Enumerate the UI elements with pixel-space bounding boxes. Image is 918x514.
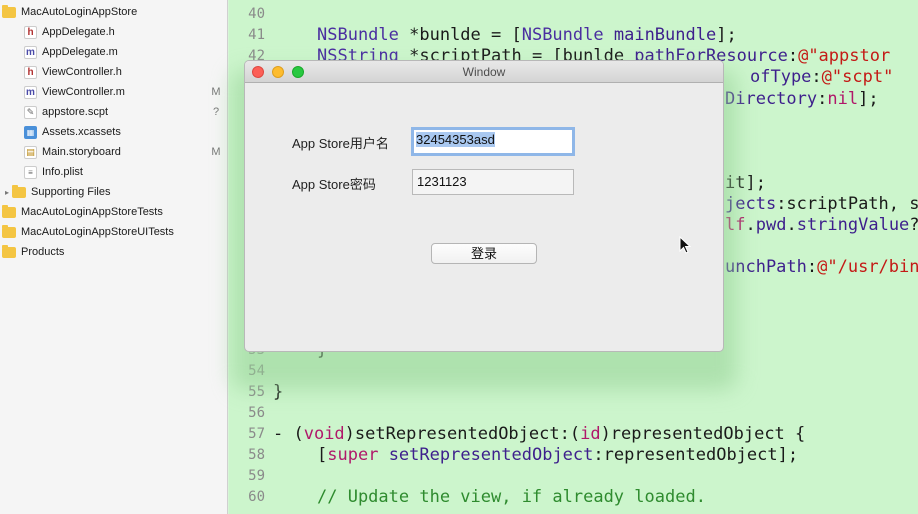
line-number: 57 — [248, 426, 265, 442]
navigator-item[interactable]: ▤ Main.storyboard M — [0, 142, 227, 162]
folder-icon — [2, 4, 16, 18]
navigator-item[interactable]: h ViewController.h — [0, 62, 227, 82]
navigator-item[interactable]: ≡ Info.plist — [0, 162, 227, 182]
navigator-item-label: ViewController.h — [42, 66, 122, 78]
navigator-item[interactable]: ✎ appstore.scpt? — [0, 102, 227, 122]
username-label: App Store用户名 — [292, 136, 389, 151]
scm-status-badge: M — [211, 86, 221, 98]
navigator-item[interactable]: m AppDelegate.m — [0, 42, 227, 62]
folder-icon — [12, 184, 26, 198]
password-label: App Store密码 — [292, 177, 376, 192]
code-line: NSBundle *bunlde = [NSBundle mainBundle]… — [317, 25, 737, 45]
navigator-item-label: AppDelegate.m — [42, 46, 118, 58]
login-button[interactable]: 登录 — [431, 243, 537, 264]
disclosure-triangle-icon[interactable]: ▸ — [2, 188, 12, 197]
m-file-icon: m — [24, 85, 37, 99]
navigator-item-label: Products — [21, 246, 65, 258]
line-number: 60 — [248, 489, 265, 505]
navigator-item[interactable]: m ViewController.m M — [0, 82, 227, 102]
navigator-item[interactable]: ▦ Assets.xcassets — [0, 122, 227, 142]
line-number: 40 — [248, 6, 265, 22]
code-line: jects:scriptPath, s — [725, 194, 918, 214]
code-line: - (void)setRepresentedObject:(id)represe… — [273, 424, 806, 444]
line-number: 56 — [248, 405, 265, 421]
code-line: Directory:nil]; — [725, 89, 879, 109]
mouse-pointer-icon — [679, 236, 691, 254]
m-file-icon: m — [24, 45, 37, 59]
navigator-item[interactable]: Products — [0, 242, 227, 262]
scm-status-badge: ? — [212, 106, 220, 118]
navigator-item[interactable]: MacAutoLoginAppStoreUITests — [0, 222, 227, 242]
navigator-item-label: Assets.xcassets — [42, 126, 121, 138]
code-line: lf.pwd.stringValue? — [725, 215, 918, 235]
code-line: // Update the view, if already loaded. — [317, 487, 706, 507]
folder-icon — [2, 244, 16, 258]
storyboard-icon: ▤ — [24, 145, 37, 159]
plist-icon: ≡ — [24, 165, 37, 179]
window-title: Window — [462, 65, 506, 79]
h-file-icon: h — [24, 65, 37, 79]
navigator-item-label: MacAutoLoginAppStoreTests — [21, 206, 163, 218]
line-number: 58 — [248, 447, 265, 463]
navigator-item-label: ViewController.m — [42, 86, 125, 98]
scm-status-badge: M — [211, 146, 221, 158]
navigator-item-label: Supporting Files — [31, 186, 111, 198]
navigator-item-label: Main.storyboard — [42, 146, 121, 158]
navigator-item[interactable]: MacAutoLoginAppStore — [0, 2, 227, 22]
navigator-item[interactable]: h AppDelegate.h — [0, 22, 227, 42]
folder-icon — [2, 204, 16, 218]
code-line: [super setRepresentedObject:representedO… — [317, 445, 799, 465]
password-field[interactable]: 1231123 — [412, 169, 574, 195]
app-window: Window App Store用户名 32454353asd App Stor… — [244, 60, 724, 352]
project-navigator: MacAutoLoginAppStore h AppDelegate.h m AppDe… — [0, 0, 228, 514]
window-titlebar[interactable]: Window — [245, 61, 723, 83]
username-field[interactable]: 32454353asd — [411, 127, 575, 156]
script-file-icon: ✎ — [24, 105, 37, 119]
folder-icon — [2, 224, 16, 238]
code-line: ofType:@"scpt" — [750, 67, 894, 87]
line-number: 41 — [248, 27, 265, 43]
navigator-item[interactable]: MacAutoLoginAppStoreTests — [0, 202, 227, 222]
navigator-item-label: appstore.scpt — [42, 106, 109, 118]
assets-icon: ▦ — [24, 125, 37, 139]
line-number: 59 — [248, 468, 265, 484]
navigator-item-label: MacAutoLoginAppStoreUITests — [21, 226, 174, 238]
navigator-item-label: AppDelegate.h — [42, 26, 115, 38]
navigator-item-label: Info.plist — [42, 166, 83, 178]
code-line: unchPath:@"/usr/bin — [725, 257, 918, 277]
h-file-icon: h — [24, 25, 37, 39]
navigator-item[interactable]: ▸ Supporting Files — [0, 182, 227, 202]
navigator-item-label: MacAutoLoginAppStore — [21, 6, 138, 18]
